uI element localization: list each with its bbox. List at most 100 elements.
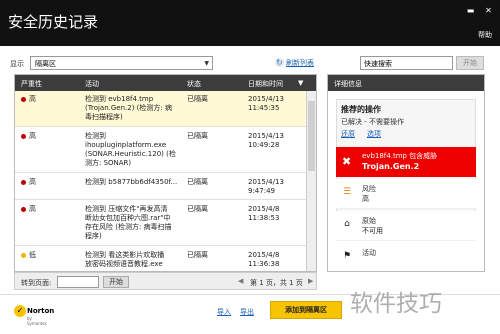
show-label: 显示	[10, 60, 24, 68]
table-row[interactable]: 高 检测到 ihoupluginplatform.exe (SONAR.Heur…	[15, 128, 307, 173]
severity-high-icon	[21, 180, 26, 185]
window-title: 安全历史记录	[8, 13, 99, 31]
detail-panel: 详细信息 推荐的操作 已解决 - 不需要操作 还原 选项 ✖ evb18f4.t…	[327, 74, 485, 272]
title-bar: 安全历史记录 ▬ ✕ 帮助	[0, 0, 500, 46]
row-activity-line: 程序)	[85, 232, 102, 240]
row-status: 已隔离	[187, 251, 208, 259]
detail-key: 风险	[362, 185, 376, 193]
severity-low-icon	[21, 253, 26, 258]
threat-banner: ✖ evb18f4.tmp 包含威胁 Trojan.Gen.2	[336, 147, 476, 177]
row-date: 2015/4/13	[248, 95, 284, 103]
filter-dropdown[interactable]: 隔离区 ▼	[30, 56, 213, 70]
row-severity: 低	[29, 251, 36, 259]
help-link[interactable]: 帮助	[478, 30, 492, 40]
prev-page-icon[interactable]: ◀	[238, 277, 243, 285]
row-activity-line: 检测到 压缩文件"再发高清	[85, 205, 168, 213]
header-datetime[interactable]: 日期和时间	[248, 79, 283, 89]
row-time: 11:38:53	[248, 214, 280, 222]
watermark-text: 软件技巧	[350, 291, 442, 317]
row-activity-line: 存在风险 (检测方: 病毒扫描	[85, 223, 172, 231]
refresh-icon[interactable]: ↻	[275, 58, 284, 67]
threat-file: evb18f4.tmp 包含威胁	[362, 152, 438, 160]
row-activity-line: 检测到	[85, 132, 106, 140]
table-row[interactable]: 高 检测到 b5877bb6df4350f... 已隔离 2015/4/13 9…	[15, 174, 307, 200]
quick-search-input[interactable]: 快速搜索	[360, 56, 453, 70]
detail-header: 详细信息	[328, 75, 484, 91]
detail-value: 高	[362, 195, 369, 203]
row-severity: 高	[29, 205, 36, 213]
row-activity-line: 断幼女包加百种六图.rar"中	[85, 214, 171, 222]
goto-page-button[interactable]: 开始	[103, 276, 129, 288]
row-activity-line: 检测到 evb18f4.tmp	[85, 95, 154, 103]
filter-value: 隔离区	[35, 60, 56, 68]
row-status: 已隔离	[187, 95, 208, 103]
header-status[interactable]: 状态	[187, 79, 201, 89]
goto-page-label: 转到页面:	[21, 279, 52, 287]
detail-value: 不可用	[362, 227, 383, 235]
severity-high-icon	[21, 97, 26, 102]
row-time: 10:49:28	[248, 141, 280, 149]
row-activity-line: 检测到 b5877bb6df4350f...	[85, 178, 178, 186]
add-to-quarantine-button[interactable]: 添加到隔离区	[270, 301, 342, 319]
table-row[interactable]: 高 检测到 压缩文件"再发高清 断幼女包加百种六图.rar"中 存在风险 (检测…	[15, 201, 307, 246]
severity-high-icon	[21, 134, 26, 139]
table-scrollbar[interactable]	[306, 91, 316, 271]
norton-logo: ✓ Norton by Symantec	[14, 305, 54, 326]
detail-row-origin: ⌂ 原始 不可用	[336, 211, 476, 241]
row-time: 9:47:49	[248, 187, 275, 195]
pager: 转到页面: 开始 ◀ 第 1 页，共 1 页 ▶	[14, 272, 317, 290]
row-time: 11:36:38	[248, 260, 280, 268]
scrollbar-thumb[interactable]	[308, 101, 315, 171]
row-activity-line: 毒扫描程序)	[85, 113, 123, 121]
flag-icon: ⚑	[342, 251, 352, 261]
detail-row-risk: ☰ 风险 高	[336, 179, 476, 209]
row-activity-line: (Trojan.Gen.2) (检测方: 病	[85, 104, 172, 112]
row-severity: 高	[29, 178, 36, 186]
norton-brand-sub: by Symantec	[27, 316, 48, 326]
norton-check-icon: ✓	[14, 305, 26, 317]
detail-key: 原始	[362, 217, 376, 225]
table-row[interactable]: 低 检测到 看这类影片欢取播 放密码视频语音教程.exe 已隔离 2015/4/…	[15, 247, 307, 271]
norton-brand: Norton	[27, 307, 55, 315]
row-severity: 高	[29, 95, 36, 103]
row-activity-line: 放密码视频语音教程.exe	[85, 260, 163, 268]
close-icon[interactable]: ✕	[484, 6, 493, 15]
row-activity-line: ihoupluginplatform.exe	[85, 141, 167, 149]
chevron-down-icon: ▼	[204, 60, 209, 67]
refresh-list-link[interactable]: 刷新列表	[286, 58, 314, 68]
row-severity: 高	[29, 132, 36, 140]
row-date: 2015/4/13	[248, 132, 284, 140]
threat-x-icon: ✖	[342, 155, 352, 168]
severity-high-icon	[21, 207, 26, 212]
row-date: 2015/4/13	[248, 178, 284, 186]
recommended-status: 已解决 - 不需要操作	[341, 118, 404, 126]
row-activity-line: 检测到 看这类影片欢取播	[85, 251, 165, 259]
row-status: 已隔离	[187, 178, 208, 186]
options-link[interactable]: 选项	[367, 129, 381, 139]
row-activity-line: (SONAR.Heuristic.120) (检	[85, 150, 176, 158]
goto-page-input[interactable]	[57, 276, 99, 288]
threat-name: Trojan.Gen.2	[362, 162, 420, 171]
row-date: 2015/4/8	[248, 205, 280, 213]
sort-desc-icon: ▼	[298, 79, 304, 87]
row-activity-line: 测方: SONAR)	[85, 159, 132, 167]
history-table: 严重性 活动 状态 日期和时间 ▼ 高 检测到 evb18f4.tmp (Tro…	[14, 74, 317, 272]
detail-key: 活动	[362, 249, 376, 257]
table-header: 严重性 活动 状态 日期和时间 ▼	[15, 75, 316, 91]
export-link[interactable]: 导出	[240, 307, 254, 317]
risk-bars-icon: ☰	[342, 187, 352, 197]
search-start-button[interactable]: 开始	[456, 56, 484, 70]
row-status: 已隔离	[187, 132, 208, 140]
header-activity[interactable]: 活动	[85, 79, 99, 89]
page-info: 第 1 页，共 1 页	[250, 279, 303, 287]
table-row[interactable]: 高 检测到 evb18f4.tmp (Trojan.Gen.2) (检测方: 病…	[15, 91, 307, 127]
row-time: 11:45:35	[248, 104, 280, 112]
restore-link[interactable]: 还原	[341, 129, 355, 139]
recommended-title: 推荐的操作	[341, 105, 381, 114]
minimize-icon[interactable]: ▬	[466, 6, 475, 15]
row-status: 已隔离	[187, 205, 208, 213]
header-severity[interactable]: 严重性	[21, 79, 42, 89]
next-page-icon[interactable]: ▶	[308, 277, 313, 285]
import-link[interactable]: 导入	[217, 307, 231, 317]
home-icon: ⌂	[344, 219, 350, 229]
